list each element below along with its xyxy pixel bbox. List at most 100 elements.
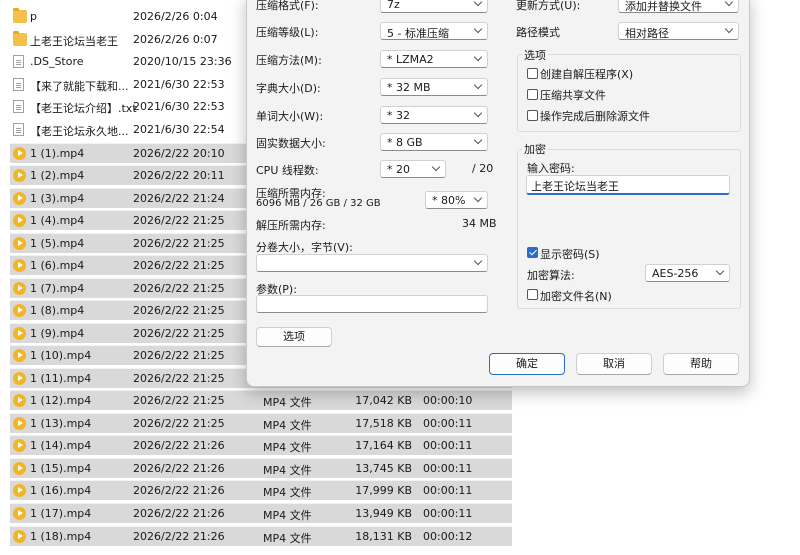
encrypt-names-label: 加密文件名(N) xyxy=(540,290,612,303)
dict-label: 字典大小(D): xyxy=(256,82,321,95)
update-select[interactable]: 添加并替换文件 xyxy=(618,0,739,13)
threads-select[interactable]: * 20 xyxy=(380,160,446,178)
file-name: 1 (7).mp4 xyxy=(30,282,85,295)
file-type: MP4 文件 xyxy=(263,441,312,454)
file-date: 2026/2/22 21:25 xyxy=(133,349,225,362)
file-name: 1 (5).mp4 xyxy=(30,237,85,250)
file-name: p xyxy=(30,10,37,23)
shared-checkbox[interactable] xyxy=(527,89,538,100)
file-date: 2026/2/26 0:07 xyxy=(133,33,218,46)
file-row[interactable]: 1 (14).mp4 2026/2/22 21:26 MP4 文件 17,164 KB… xyxy=(10,435,512,455)
video-file-icon xyxy=(13,282,26,295)
document-file-icon xyxy=(13,55,24,68)
file-size: 17,999 KB xyxy=(355,484,412,497)
file-name: 1 (6).mp4 xyxy=(30,259,85,272)
file-name: 1 (15).mp4 xyxy=(30,462,92,475)
file-type: MP4 文件 xyxy=(263,464,312,477)
file-type: MP4 文件 xyxy=(263,532,312,545)
solid-select[interactable]: * 8 GB xyxy=(380,133,488,151)
params-input[interactable] xyxy=(256,295,488,313)
password-input[interactable]: 上老王论坛当老王 xyxy=(526,175,730,195)
split-select[interactable] xyxy=(256,254,488,272)
cancel-button[interactable]: 取消 xyxy=(576,353,652,375)
word-select[interactable]: * 32 xyxy=(380,106,488,124)
file-date: 2026/2/22 21:26 xyxy=(133,530,225,543)
file-name: 1 (11).mp4 xyxy=(30,372,92,385)
file-name: 1 (1).mp4 xyxy=(30,147,85,160)
help-button[interactable]: 帮助 xyxy=(663,353,739,375)
file-name: 1 (18).mp4 xyxy=(30,530,92,543)
sfx-checkbox[interactable] xyxy=(527,68,538,79)
level-select[interactable]: 5 - 标准压缩 xyxy=(380,22,488,40)
update-label: 更新方式(U): xyxy=(516,0,581,12)
options-button[interactable]: 选项 xyxy=(256,327,332,347)
file-name: 1 (2).mp4 xyxy=(30,169,85,182)
shared-label: 压缩共享文件 xyxy=(540,89,606,102)
chevron-down-icon xyxy=(431,162,441,172)
sfx-label: 创建自解压程序(X) xyxy=(540,68,634,81)
video-file-icon xyxy=(13,372,26,385)
show-password-checkbox[interactable] xyxy=(527,247,538,258)
file-duration: 00:00:10 xyxy=(423,394,473,407)
file-date: 2026/2/22 21:24 xyxy=(133,192,225,205)
file-date: 2026/2/22 21:26 xyxy=(133,484,225,497)
file-date: 2021/6/30 22:54 xyxy=(133,123,225,136)
mem-percent-select[interactable]: * 80% xyxy=(425,191,488,209)
chevron-down-icon xyxy=(724,24,734,34)
file-date: 2021/6/30 22:53 xyxy=(133,78,225,91)
file-name: 1 (12).mp4 xyxy=(30,394,92,407)
format-select[interactable]: 7z xyxy=(380,0,488,13)
delete-source-checkbox[interactable] xyxy=(527,110,538,121)
file-date: 2026/2/22 21:25 xyxy=(133,394,225,407)
file-date: 2026/2/22 21:25 xyxy=(133,214,225,227)
file-size: 18,131 KB xyxy=(355,530,412,543)
path-value: 相对路径 xyxy=(625,27,669,40)
video-file-icon xyxy=(13,484,26,497)
file-size: 13,949 KB xyxy=(355,507,412,520)
chevron-down-icon xyxy=(473,24,483,34)
delete-source-label: 操作完成后删除源文件 xyxy=(540,110,650,123)
file-row[interactable]: 1 (17).mp4 2026/2/22 21:26 MP4 文件 13,949 KB… xyxy=(10,503,512,523)
file-row[interactable]: 1 (15).mp4 2026/2/22 21:26 MP4 文件 13,745 KB… xyxy=(10,458,512,478)
document-file-icon xyxy=(13,78,24,91)
file-date: 2026/2/22 20:10 xyxy=(133,147,225,160)
file-name: 1 (13).mp4 xyxy=(30,417,92,430)
ok-button[interactable]: 确定 xyxy=(489,353,565,375)
file-row[interactable]: 1 (13).mp4 2026/2/22 21:25 MP4 文件 17,518 KB… xyxy=(10,413,512,433)
file-row[interactable]: 1 (18).mp4 2026/2/22 21:26 MP4 文件 18,131 KB… xyxy=(10,526,512,546)
video-file-icon xyxy=(13,147,26,160)
file-date: 2026/2/22 21:26 xyxy=(133,439,225,452)
solid-label: 固实数据大小: xyxy=(256,137,326,150)
document-file-icon xyxy=(13,100,24,113)
encryption-group-title: 加密 xyxy=(522,141,548,157)
file-size: 13,745 KB xyxy=(355,462,412,475)
file-name: 1 (9).mp4 xyxy=(30,327,85,340)
method-select[interactable]: * LZMA2 xyxy=(380,50,488,68)
video-file-icon xyxy=(13,214,26,227)
threads-label: CPU 线程数: xyxy=(256,164,319,177)
file-date: 2026/2/22 21:25 xyxy=(133,259,225,272)
file-name: 1 (3).mp4 xyxy=(30,192,85,205)
decomp-value: 34 MB xyxy=(462,217,497,230)
file-date: 2026/2/22 21:26 xyxy=(133,462,225,475)
folder-icon xyxy=(13,8,27,23)
threads-total: / 20 xyxy=(472,162,494,175)
video-file-icon xyxy=(13,507,26,520)
file-date: 2026/2/22 20:11 xyxy=(133,169,225,182)
dict-select[interactable]: * 32 MB xyxy=(380,78,488,96)
file-date: 2026/2/22 21:25 xyxy=(133,237,225,250)
path-select[interactable]: 相对路径 xyxy=(618,22,739,40)
video-file-icon xyxy=(13,169,26,182)
enc-method-select[interactable]: AES-256 xyxy=(645,264,730,282)
chevron-down-icon xyxy=(473,193,483,203)
chevron-down-icon xyxy=(473,80,483,90)
file-name: 1 (4).mp4 xyxy=(30,214,85,227)
file-row[interactable]: 1 (16).mp4 2026/2/22 21:26 MP4 文件 17,999 KB… xyxy=(10,480,512,500)
word-value: * 32 xyxy=(387,109,410,122)
encrypt-names-checkbox[interactable] xyxy=(527,289,538,300)
file-row[interactable]: 1 (12).mp4 2026/2/22 21:25 MP4 文件 17,042 KB… xyxy=(10,390,512,410)
enc-method-value: AES-256 xyxy=(652,267,699,280)
chevron-down-icon xyxy=(473,135,483,145)
level-value: 5 - 标准压缩 xyxy=(387,27,449,40)
file-type: MP4 文件 xyxy=(263,419,312,432)
